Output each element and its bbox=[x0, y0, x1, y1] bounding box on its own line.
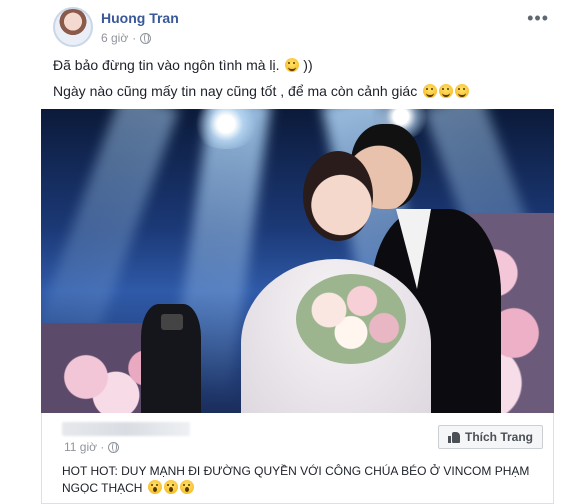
post-photo[interactable] bbox=[41, 109, 554, 413]
post-meta: 6 giờ · bbox=[101, 31, 152, 45]
post-time[interactable]: 6 giờ bbox=[101, 31, 128, 45]
thumbs-up-icon bbox=[447, 431, 460, 443]
shared-post-footer: 11 giờ · Thích Trang HOT HOT: DUY MẠNH Đ… bbox=[41, 413, 554, 504]
globe-icon bbox=[108, 441, 120, 453]
post-text-line-1: Đã bảo đừng tin vào ngôn tình mà lị. )) bbox=[53, 57, 313, 73]
post-text-line-2: Ngày nào cũng mấy tin nay cũng tốt , để … bbox=[53, 83, 470, 99]
author-name[interactable]: Huong Tran bbox=[101, 10, 179, 26]
facebook-post: Huong Tran 6 giờ · ••• Đã bảo đừng tin v… bbox=[0, 0, 573, 504]
blurred-page-name bbox=[62, 422, 190, 436]
smile-emoji bbox=[285, 58, 300, 72]
shared-post-time[interactable]: 11 giờ · bbox=[64, 440, 104, 454]
bouquet bbox=[296, 274, 406, 364]
avatar[interactable] bbox=[53, 7, 93, 47]
like-page-button[interactable]: Thích Trang bbox=[437, 425, 543, 449]
shared-post-meta: 11 giờ · bbox=[64, 440, 120, 454]
shocked-emoji bbox=[179, 480, 194, 494]
shocked-emoji bbox=[163, 480, 178, 494]
more-options-icon[interactable]: ••• bbox=[527, 8, 549, 29]
camera-icon bbox=[161, 314, 183, 330]
shared-post-text: HOT HOT: DUY MẠNH ĐI ĐƯỜNG QUYỀN VỚI CÔN… bbox=[62, 464, 530, 495]
bride-head bbox=[303, 151, 373, 241]
grin-emoji bbox=[423, 84, 438, 98]
shocked-emoji bbox=[147, 480, 162, 494]
globe-icon[interactable] bbox=[140, 32, 152, 44]
grin-emoji bbox=[439, 84, 454, 98]
grin-emoji bbox=[455, 84, 470, 98]
